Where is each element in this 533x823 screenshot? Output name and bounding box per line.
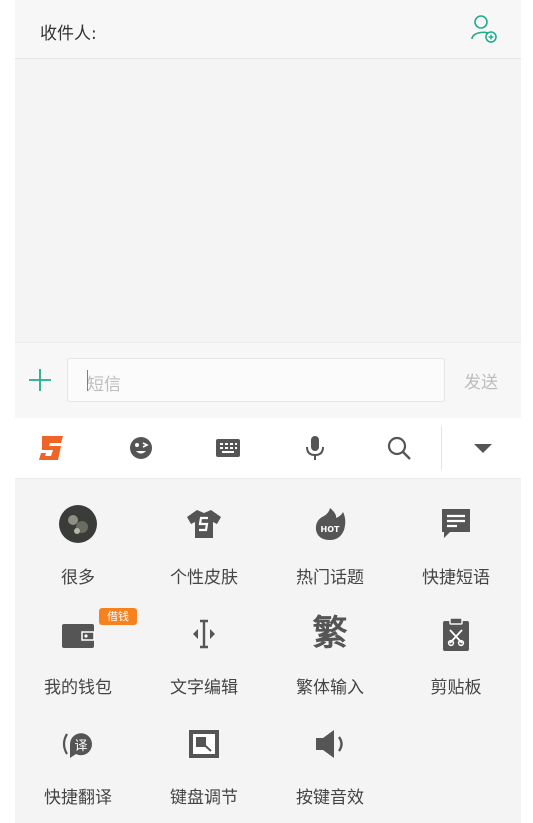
keyboard-resize-icon	[189, 730, 219, 758]
feature-label: 剪贴板	[430, 678, 482, 698]
feature-item-skin[interactable]: 个性皮肤	[141, 479, 267, 589]
translate-icon: 译	[62, 733, 92, 758]
feature-item-translate[interactable]: 译 快捷翻译	[15, 699, 141, 809]
clipboard-icon	[443, 617, 469, 651]
feature-item-wallet[interactable]: 我的钱包	[15, 589, 141, 699]
feature-label: 按键音效	[296, 788, 364, 808]
feature-item-quick-phrase[interactable]: 快捷短语	[393, 479, 519, 589]
feature-label: 键盘调节	[170, 788, 238, 808]
feature-label: 我的钱包	[44, 678, 112, 698]
feature-label: 很多	[61, 568, 95, 588]
mic-icon[interactable]	[299, 432, 331, 464]
message-area	[15, 59, 521, 342]
emoji-icon[interactable]	[125, 432, 157, 464]
skin-shirt-icon	[187, 510, 221, 538]
toolbar-divider	[441, 426, 442, 470]
composer-row: 短信 发送	[15, 342, 521, 419]
feature-label: 快捷短语	[422, 568, 490, 588]
svg-text:译: 译	[74, 739, 87, 754]
key-sound-icon	[316, 730, 343, 758]
feature-item-henduo[interactable]: 很多	[15, 479, 141, 589]
sms-input[interactable]: 短信	[67, 358, 445, 402]
text-edit-icon	[193, 619, 215, 649]
add-contact-icon[interactable]	[470, 13, 498, 43]
collapse-icon[interactable]	[467, 432, 499, 464]
feature-label: 繁体输入	[296, 678, 364, 698]
quick-phrase-icon	[442, 509, 470, 538]
text-caret	[87, 370, 88, 391]
feature-label: 快捷翻译	[44, 788, 112, 808]
feature-item-hot-topic[interactable]: HOT 热门话题	[267, 479, 393, 589]
sms-compose-screen: 收件人: 短信 发送 很多 个性皮肤 HOT 热门话题 快捷短语 我的钱包 文字…	[15, 0, 521, 823]
send-button[interactable]: 发送	[464, 368, 498, 393]
recipient-bar: 收件人:	[15, 0, 521, 59]
feature-label: 文字编辑	[170, 678, 238, 698]
feature-item-keyboard-resize[interactable]: 键盘调节	[141, 699, 267, 809]
feature-label: 热门话题	[296, 568, 364, 588]
search-icon[interactable]	[383, 432, 415, 464]
feature-item-text-edit[interactable]: 文字编辑	[141, 589, 267, 699]
keyboard-toolbar	[15, 418, 521, 479]
feature-label: 个性皮肤	[170, 568, 238, 588]
svg-text:HOT: HOT	[321, 525, 340, 534]
wallet-icon	[62, 624, 95, 648]
recipient-label: 收件人:	[40, 24, 97, 44]
sogou-logo-icon[interactable]	[36, 432, 68, 464]
sms-placeholder: 短信	[87, 375, 121, 395]
keyboard-icon[interactable]	[212, 432, 244, 464]
feature-item-key-sound[interactable]: 按键音效	[267, 699, 393, 809]
feature-grid: 很多 个性皮肤 HOT 热门话题 快捷短语 我的钱包 文字编辑 繁 繁体输入 剪…	[15, 479, 521, 823]
avatar-icon	[59, 505, 97, 543]
traditional-char-icon: 繁	[312, 614, 348, 654]
wallet-promo-badge: 借钱	[99, 608, 137, 625]
feature-item-clipboard[interactable]: 剪贴板	[393, 589, 519, 699]
feature-item-traditional[interactable]: 繁 繁体输入	[267, 589, 393, 699]
add-attachment-icon[interactable]	[27, 367, 53, 393]
hot-topic-icon: HOT	[315, 508, 346, 540]
